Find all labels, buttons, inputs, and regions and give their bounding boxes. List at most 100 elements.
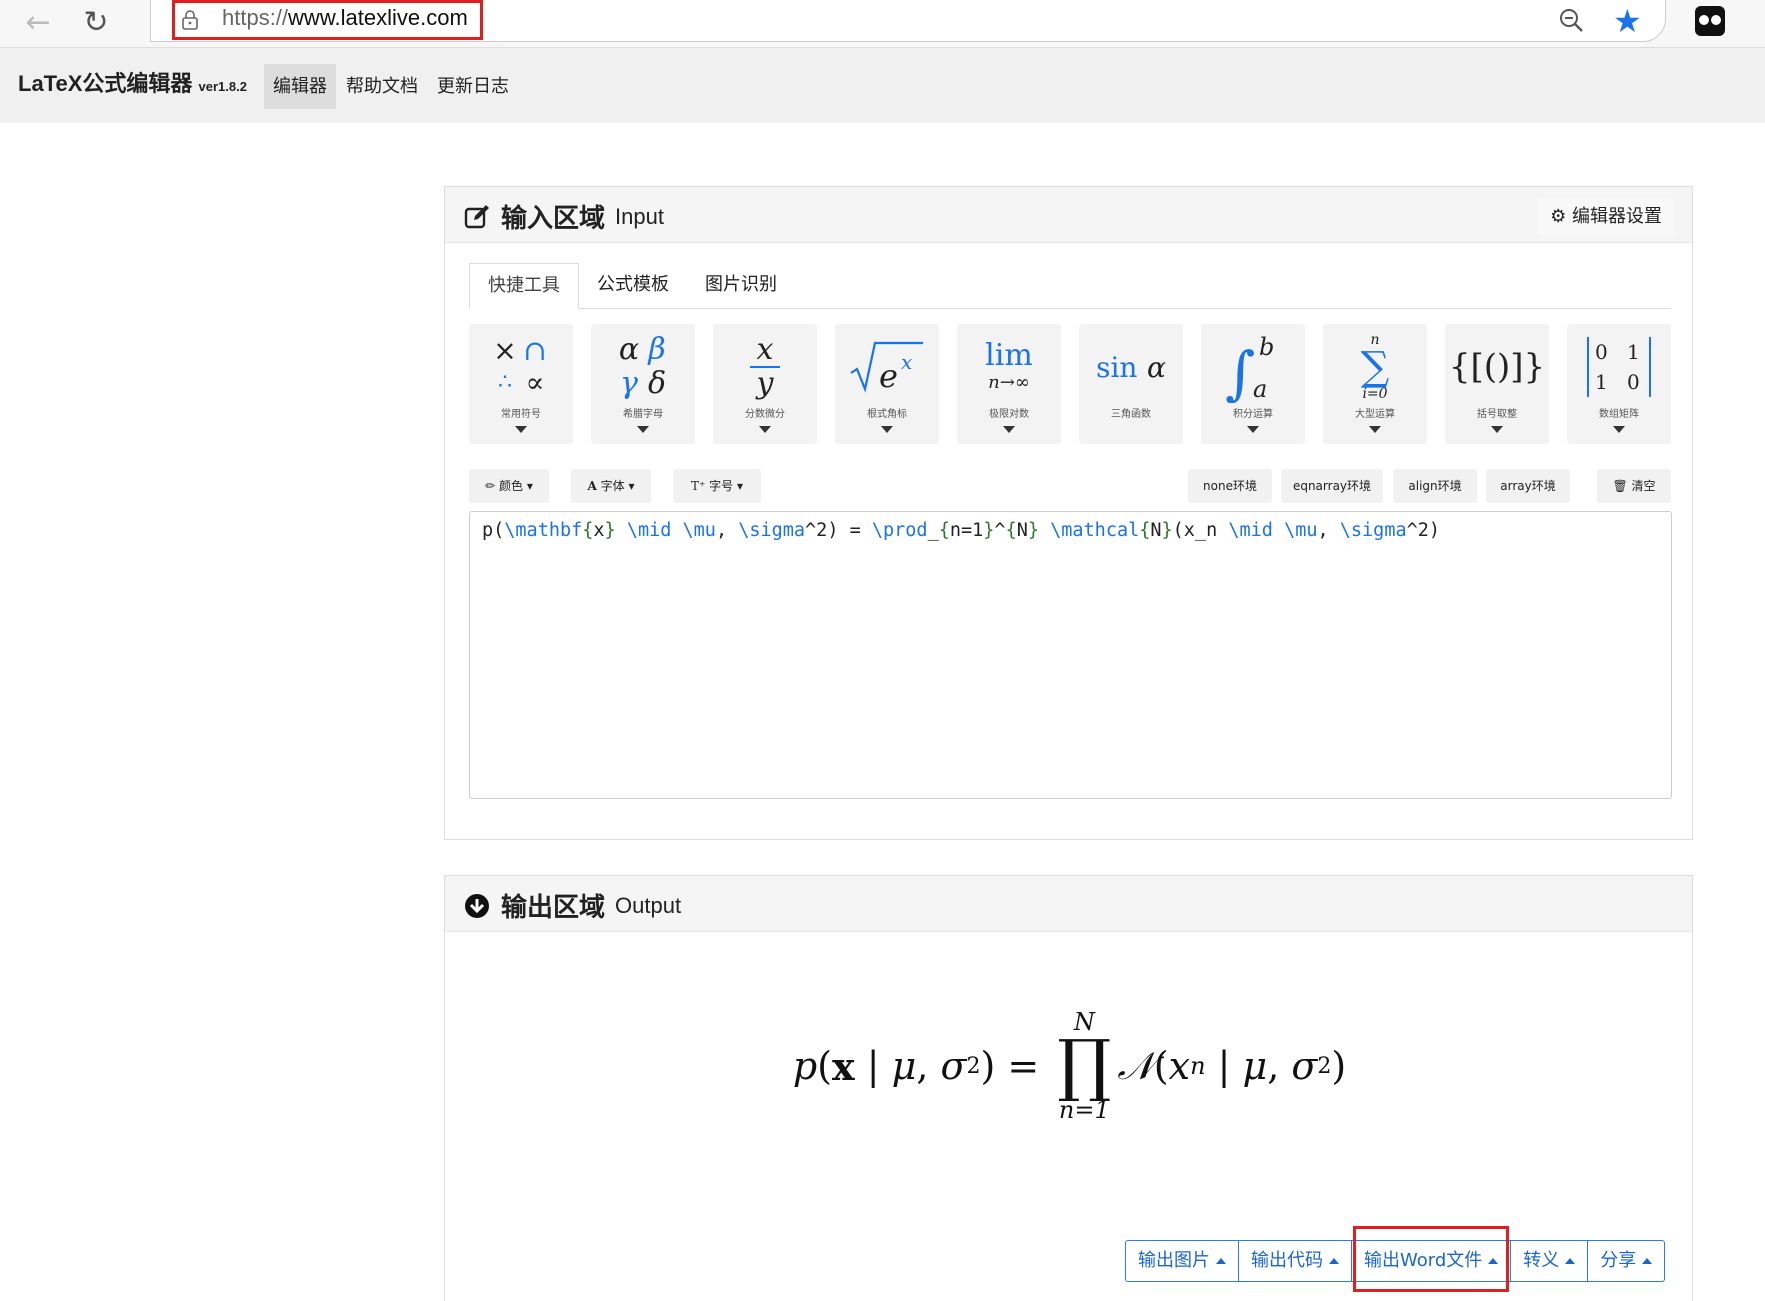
font-size-button[interactable]: T⁺ 字号 ▾	[673, 469, 761, 503]
svg-text:∫: ∫	[1225, 339, 1255, 403]
tool-label: 常用符号	[501, 409, 541, 420]
latex-text: ^2) =	[805, 520, 872, 541]
tool-greek-letters[interactable]: αβγδ 希腊字母	[591, 324, 695, 444]
color-button[interactable]: ✏ 颜色 ▾	[469, 469, 549, 503]
site-brand[interactable]: LaTeX公式编辑器 ver1.8.2	[18, 66, 247, 98]
clear-button[interactable]: 🗑 清空	[1597, 469, 1671, 503]
font-icon: A	[587, 479, 597, 493]
output-panel-header: 输出区域 Output	[445, 876, 1692, 932]
latex-text: ^2)	[1406, 520, 1441, 541]
site-header: LaTeX公式编辑器 ver1.8.2 编辑器 帮助文档 更新日志	[0, 48, 1765, 123]
svg-text:x: x	[901, 350, 912, 374]
caret-down-icon	[515, 426, 527, 433]
color-label: 颜色	[499, 479, 524, 493]
font-size-label: 字号	[709, 479, 734, 493]
reload-icon[interactable]: ↻	[76, 4, 116, 40]
tool-radicals[interactable]: ex 根式角标	[835, 324, 939, 444]
zoom-out-icon[interactable]	[1555, 4, 1589, 38]
greek-letters-icon: αβγδ	[618, 332, 667, 401]
tab-quick-tools[interactable]: 快捷工具	[469, 263, 579, 310]
tool-trig-functions[interactable]: sin α 三角函数	[1079, 324, 1183, 444]
latex-command: \prod	[871, 520, 928, 541]
input-title-cn: 输入区域	[501, 204, 606, 234]
tool-common-symbols[interactable]: × ∩ ∴ ∝ 常用符号	[469, 324, 573, 444]
editor-settings-button[interactable]: ⚙ 编辑器设置	[1538, 199, 1674, 235]
export-code-button[interactable]: 输出代码	[1239, 1241, 1352, 1281]
browser-toolbar: ← ↻ https://www.latexlive.com ★	[0, 0, 1765, 48]
trig-icon: sin α	[1096, 350, 1166, 384]
tool-label: 积分运算	[1233, 409, 1273, 420]
clear-label: 清空	[1631, 479, 1656, 493]
rendered-formula: p(x | μ, σ 2) = N ∏ n=1 𝒩(x n | μ, σ 2)	[792, 1008, 1347, 1124]
font-button[interactable]: A 字体 ▾	[571, 469, 651, 503]
latex-editor[interactable]: p(\mathbf{x} \mid \mu, \sigma^2) = \prod…	[469, 511, 1672, 799]
matrix-icon: 0110	[1567, 328, 1671, 406]
tool-label: 大型运算	[1355, 409, 1395, 420]
tool-label: 三角函数	[1111, 409, 1151, 420]
latex-brace: }	[604, 520, 616, 541]
output-title-cn: 输出区域	[501, 893, 606, 923]
favorite-star-icon[interactable]: ★	[1613, 2, 1642, 40]
limit-icon: lim n→∞	[985, 338, 1033, 394]
env-array-button[interactable]: array环境	[1486, 469, 1570, 503]
escape-button[interactable]: 转义	[1511, 1241, 1589, 1281]
latex-text: ^	[994, 520, 1006, 541]
latex-command: \mathbf	[504, 520, 583, 541]
extension-icon[interactable]	[1695, 6, 1725, 36]
env-eqnarray-button[interactable]: eqnarray环境	[1281, 469, 1383, 503]
nav-editor[interactable]: 编辑器	[264, 64, 336, 109]
tool-label: 根式角标	[867, 409, 907, 420]
input-panel-header: 输入区域 Input ⚙ 编辑器设置	[445, 187, 1692, 243]
brand-title: LaTeX公式编辑器	[18, 71, 193, 96]
gear-icon: ⚙	[1550, 206, 1567, 227]
latex-brace: {	[582, 520, 594, 541]
export-image-button[interactable]: 输出图片	[1126, 1241, 1239, 1281]
latex-code: p(\mathbf{x} \mid \mu, \sigma^2) = \prod…	[482, 520, 1440, 541]
font-label: 字体	[600, 479, 625, 493]
latex-text	[671, 520, 682, 541]
output-panel-title: 输出区域 Output	[463, 887, 681, 924]
nav-changelog[interactable]: 更新日志	[428, 64, 518, 109]
sum-icon: n ∑ i=0	[1360, 332, 1390, 402]
nav-help-docs[interactable]: 帮助文档	[337, 64, 427, 109]
caret-down-icon	[1613, 426, 1625, 433]
url-highlight-box	[172, 0, 483, 40]
env-align-button[interactable]: align环境	[1393, 469, 1477, 503]
caret-down-icon	[637, 426, 649, 433]
edit-icon	[464, 204, 489, 228]
latex-text: n=1	[949, 520, 984, 541]
tool-fractions[interactable]: xy 分数微分	[713, 324, 817, 444]
latex-command: \sigma	[1339, 520, 1407, 541]
svg-text:b: b	[1259, 333, 1274, 361]
env-none-button[interactable]: none环境	[1188, 469, 1272, 503]
arrow-down-circle-icon	[465, 893, 489, 918]
caret-down-icon	[1369, 426, 1381, 433]
tool-brackets[interactable]: {[()]} 括号取整	[1445, 324, 1549, 444]
tool-integrals[interactable]: ∫ b a 积分运算	[1201, 324, 1305, 444]
latex-text: x	[593, 520, 605, 541]
tab-formula-templates[interactable]: 公式模板	[579, 263, 687, 309]
caret-down-icon	[881, 426, 893, 433]
fraction-icon: xy	[713, 328, 817, 406]
share-button[interactable]: 分享	[1588, 1241, 1664, 1281]
latex-command: \sigma	[738, 520, 806, 541]
latex-brace: }	[983, 520, 995, 541]
latex-brace: }	[1027, 520, 1039, 541]
tool-large-operators[interactable]: n ∑ i=0 大型运算	[1323, 324, 1427, 444]
tool-limits-logs[interactable]: lim n→∞ 极限对数	[957, 324, 1061, 444]
tool-label: 极限对数	[989, 409, 1029, 420]
latex-text	[1039, 520, 1050, 541]
latex-brace: {	[1139, 520, 1151, 541]
tab-image-recognition[interactable]: 图片识别	[687, 263, 795, 309]
input-tabs: 快捷工具 公式模板 图片识别	[469, 263, 1671, 310]
settings-label: 编辑器设置	[1572, 206, 1662, 227]
latex-text: ,	[715, 520, 739, 541]
latex-text: (x_n	[1172, 520, 1229, 541]
caret-down-icon	[1003, 426, 1015, 433]
back-arrow-icon[interactable]: ←	[18, 4, 58, 40]
input-panel: 输入区域 Input ⚙ 编辑器设置 快捷工具 公式模板 图片识别 × ∩ ∴ ∝ 常用…	[444, 186, 1693, 840]
tool-matrices[interactable]: 0110 数组矩阵	[1567, 324, 1671, 444]
caret-down-icon	[759, 426, 771, 433]
latex-command: \mu	[1284, 520, 1318, 541]
latex-brace: {	[1005, 520, 1017, 541]
